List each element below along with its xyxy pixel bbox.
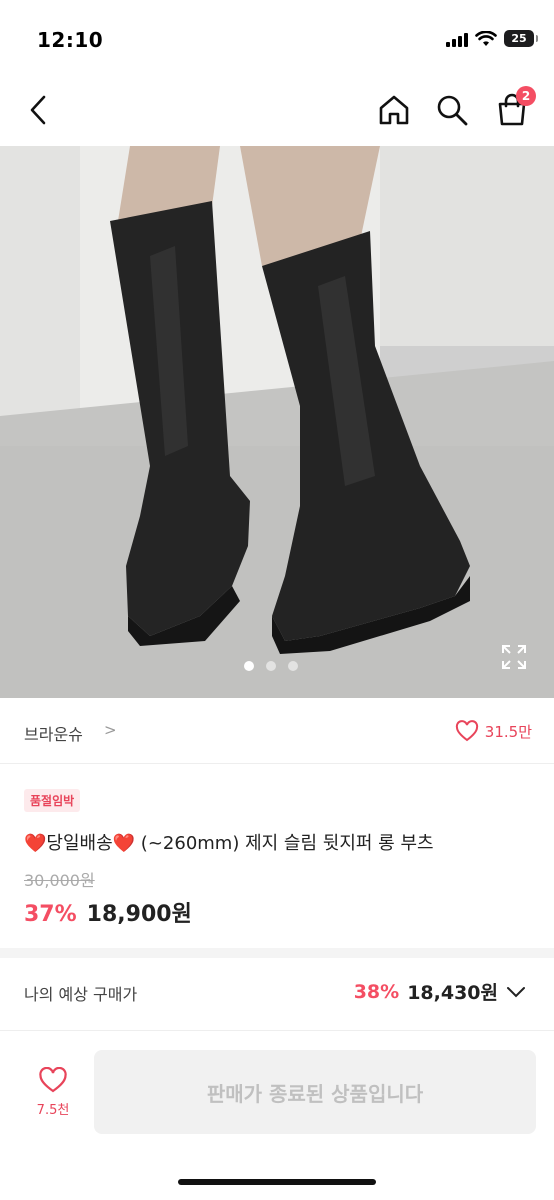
image-pagination <box>244 661 298 671</box>
price-row: 37% 18,900원 <box>24 896 192 928</box>
nav-bar: 2 <box>0 80 554 144</box>
original-price: 30,000원 <box>24 871 95 890</box>
status-icons: 25 <box>446 30 538 47</box>
bottom-like-count: 7.5천 <box>36 1103 70 1118</box>
cart-count-badge: 2 <box>516 86 536 106</box>
pagination-dot[interactable] <box>244 661 254 671</box>
bottom-action-bar: 7.5천 판매가 종료된 상품입니다 <box>0 1030 554 1200</box>
chevron-right-icon: > <box>104 721 117 739</box>
home-button[interactable] <box>374 90 414 130</box>
back-button[interactable] <box>20 92 56 128</box>
heart-outline-icon <box>455 720 478 742</box>
home-indicator <box>178 1179 376 1185</box>
heart-outline-icon <box>39 1066 67 1093</box>
product-photo-boots <box>0 146 554 698</box>
sale-price: 18,900원 <box>86 902 192 927</box>
title-text: ❤️ (~260mm) 제지 슬림 뒷지퍼 롱 부츠 <box>112 833 434 854</box>
status-bar: 12:10 25 <box>0 0 554 80</box>
like-count: 31.5만 <box>484 722 532 741</box>
cart-button[interactable]: 2 <box>492 86 536 130</box>
like-button-top[interactable]: 31.5만 <box>455 720 532 742</box>
expected-price-value: 38% 18,430원 <box>354 978 526 1005</box>
chevron-left-icon <box>30 95 46 125</box>
title-tag: 당일배송 <box>46 833 113 854</box>
expected-price-row[interactable]: 나의 예상 구매가 38% 18,430원 <box>0 958 554 1026</box>
product-title: ❤️당일배송❤️ (~260mm) 제지 슬림 뒷지퍼 롱 부츠 <box>24 829 434 855</box>
product-image[interactable] <box>0 146 554 698</box>
pagination-dot[interactable] <box>288 661 298 671</box>
fullscreen-button[interactable] <box>500 643 528 671</box>
expected-discount: 38% <box>353 980 400 1003</box>
discount-rate: 37% <box>24 902 77 927</box>
search-icon <box>437 95 468 126</box>
title-heart-emoji: ❤️ <box>24 833 47 854</box>
sold-out-button[interactable]: 판매가 종료된 상품입니다 <box>94 1050 536 1134</box>
search-button[interactable] <box>432 90 472 130</box>
wifi-icon <box>475 30 497 46</box>
expected-price: 18,430원 <box>407 982 498 1004</box>
expected-price-label: 나의 예상 구매가 <box>24 985 138 1004</box>
like-button-bottom[interactable]: 7.5천 <box>24 1066 82 1127</box>
soldout-soon-badge: 품절임박 <box>24 789 81 812</box>
status-time: 12:10 <box>37 28 104 52</box>
chevron-down-icon <box>507 986 525 997</box>
expand-icon <box>502 645 526 669</box>
pagination-dot[interactable] <box>266 661 276 671</box>
cellular-signal-icon <box>446 31 468 47</box>
section-divider <box>0 948 554 958</box>
home-icon <box>379 95 409 125</box>
battery-icon: 25 <box>504 30 538 47</box>
brand-row: 브라운슈 > 31.5만 <box>0 700 554 764</box>
brand-link[interactable]: 브라운슈 <box>24 721 83 745</box>
